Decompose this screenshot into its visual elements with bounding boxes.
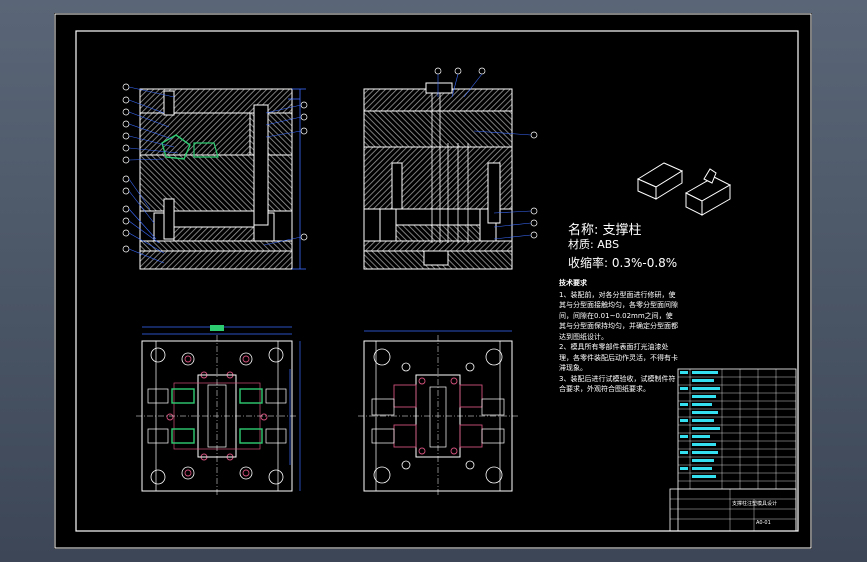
drawing-title: 支撑柱注塑模具设计 (732, 501, 778, 507)
requirements-title: 技术要求 (559, 279, 587, 287)
part-material-value: ABS (597, 238, 620, 251)
requirement-item: 2、模具所有零部件表面打光油漆处理，各零件装配后动作灵活，不得有卡滞现象。 (559, 343, 678, 372)
section-view-a (122, 83, 308, 270)
part-material-label: 材质: (568, 238, 594, 251)
part-shrink-line: 收缩率: 0.3%-0.8% (568, 254, 677, 271)
part-shrink-label: 收缩率: (568, 256, 609, 270)
part-3d-view (636, 162, 732, 216)
requirement-item: 3、装配后进行试模验收，试模制件符合要求，外观符合图纸要求。 (559, 374, 676, 394)
requirement-item: 1、装配前，对各分型面进行修研，使其与分型面接触均匀，各零分型面间隙间，间隙在0… (559, 290, 678, 341)
part-shrink-value: 0.3%-0.8% (611, 256, 678, 270)
drawing-number: A0-01 (756, 520, 771, 526)
cad-drawing (54, 13, 812, 549)
plan-view-fixed (136, 325, 301, 495)
part-material-line: 材质: ABS (568, 236, 619, 252)
drawing-sheet: 名称: 支撑柱 材质: ABS 收缩率: 0.3%-0.8% 技术要求 1、装配… (54, 13, 812, 549)
plan-view-moving (358, 330, 518, 495)
technical-requirements: 技术要求 1、装配前，对各分型面进行修研，使其与分型面接触均匀，各零分型面间隙间… (559, 278, 679, 395)
section-view-b (363, 67, 538, 270)
